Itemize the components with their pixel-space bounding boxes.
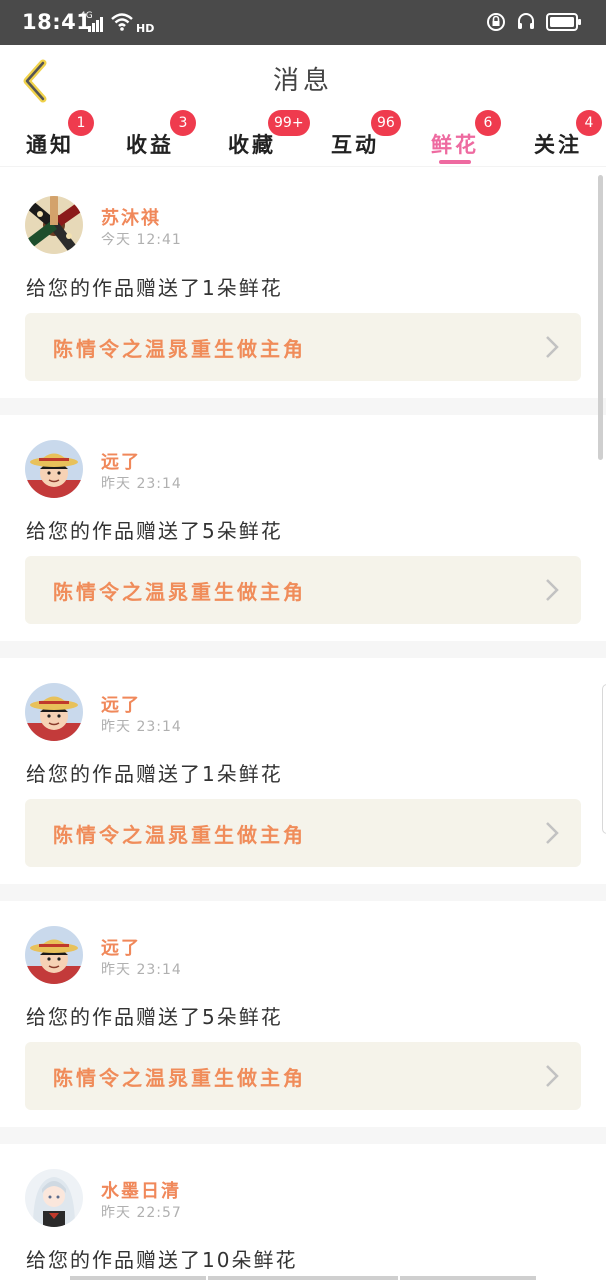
tab-label: 通知 xyxy=(26,133,74,157)
nav-hint-bar xyxy=(70,1276,206,1280)
unread-badge: 6 xyxy=(475,110,501,136)
page-title: 消息 xyxy=(272,66,333,96)
message-card: 水墨日清 昨天 22:57 给您的作品赠送了10朵鲜花 xyxy=(0,1144,606,1280)
chevron-right-icon xyxy=(546,579,559,601)
signal-icon: 4G xyxy=(80,11,104,34)
active-tab-indicator xyxy=(439,160,471,164)
message-text: 给您的作品赠送了5朵鲜花 xyxy=(26,1005,283,1029)
work-link[interactable]: 陈情令之温晁重生做主角 xyxy=(25,1042,581,1110)
message-time: 昨天 23:14 xyxy=(101,719,182,735)
sender-name[interactable]: 远了 xyxy=(101,691,141,717)
sender-name[interactable]: 水墨日清 xyxy=(101,1177,181,1203)
edge-swipe-handle[interactable] xyxy=(602,684,606,834)
message-text: 给您的作品赠送了5朵鲜花 xyxy=(26,519,283,543)
chevron-right-icon xyxy=(546,336,559,358)
unread-badge: 1 xyxy=(68,110,94,136)
sender-name[interactable]: 远了 xyxy=(101,934,141,960)
hands-avatar[interactable] xyxy=(25,196,83,254)
status-icons-right xyxy=(486,12,582,36)
work-link[interactable]: 陈情令之温晁重生做主角 xyxy=(25,313,581,381)
message-text: 给您的作品赠送了1朵鲜花 xyxy=(26,762,283,786)
wifi-icon xyxy=(110,12,134,36)
message-time: 昨天 23:14 xyxy=(101,476,182,492)
work-link[interactable]: 陈情令之温晁重生做主角 xyxy=(25,799,581,867)
unread-badge: 96 xyxy=(371,110,401,136)
work-title: 陈情令之温晁重生做主角 xyxy=(53,1066,306,1090)
status-icons-left: 4G HD xyxy=(80,11,155,36)
luffy-avatar[interactable] xyxy=(25,683,83,741)
headphones-icon xyxy=(516,12,536,36)
scrollbar[interactable] xyxy=(598,175,603,460)
hd-label: HD xyxy=(136,21,155,35)
unread-badge: 3 xyxy=(170,110,196,136)
tab-label: 关注 xyxy=(534,133,582,157)
sender-name[interactable]: 远了 xyxy=(101,448,141,474)
nav-hint-bar xyxy=(400,1276,536,1280)
message-card: 远了 昨天 23:14 给您的作品赠送了5朵鲜花 陈情令之温晁重生做主角 xyxy=(0,415,606,641)
anime-girl-avatar[interactable] xyxy=(25,1169,83,1227)
tab-label: 鲜花 xyxy=(431,133,479,157)
tab-bar: 通知 1 收益 3 收藏 99+ 互动 96 鲜花 6 关注 4 xyxy=(0,110,606,167)
message-list[interactable]: 苏沐祺 今天 12:41 给您的作品赠送了1朵鲜花 陈情令之温晁重生做主角 远了 xyxy=(0,168,606,1280)
app-header: 消息 xyxy=(0,45,606,117)
sender-name[interactable]: 苏沐祺 xyxy=(101,204,161,230)
message-time: 昨天 23:14 xyxy=(101,962,182,978)
work-title: 陈情令之温晁重生做主角 xyxy=(53,337,306,361)
chevron-right-icon xyxy=(546,822,559,844)
chevron-right-icon xyxy=(546,1065,559,1087)
luffy-avatar[interactable] xyxy=(25,440,83,498)
tab-label: 收益 xyxy=(126,133,174,157)
message-card: 远了 昨天 23:14 给您的作品赠送了5朵鲜花 陈情令之温晁重生做主角 xyxy=(0,901,606,1127)
message-card: 苏沐祺 今天 12:41 给您的作品赠送了1朵鲜花 陈情令之温晁重生做主角 xyxy=(0,168,606,398)
work-title: 陈情令之温晁重生做主角 xyxy=(53,823,306,847)
message-time: 昨天 22:57 xyxy=(101,1205,182,1221)
message-card: 远了 昨天 23:14 给您的作品赠送了1朵鲜花 陈情令之温晁重生做主角 xyxy=(0,658,606,884)
work-link[interactable]: 陈情令之温晁重生做主角 xyxy=(25,556,581,624)
lock-rotation-icon xyxy=(486,12,506,36)
luffy-avatar[interactable] xyxy=(25,926,83,984)
unread-badge: 99+ xyxy=(268,110,310,136)
work-title: 陈情令之温晁重生做主角 xyxy=(53,580,306,604)
network-type-label: 4G xyxy=(80,11,93,21)
nav-hint-bar xyxy=(208,1276,398,1280)
status-bar: 18:41 4G HD xyxy=(0,0,606,45)
unread-badge: 4 xyxy=(576,110,602,136)
message-time: 今天 12:41 xyxy=(101,232,182,248)
message-text: 给您的作品赠送了1朵鲜花 xyxy=(26,276,283,300)
battery-icon xyxy=(546,12,582,36)
message-text: 给您的作品赠送了10朵鲜花 xyxy=(26,1248,298,1272)
